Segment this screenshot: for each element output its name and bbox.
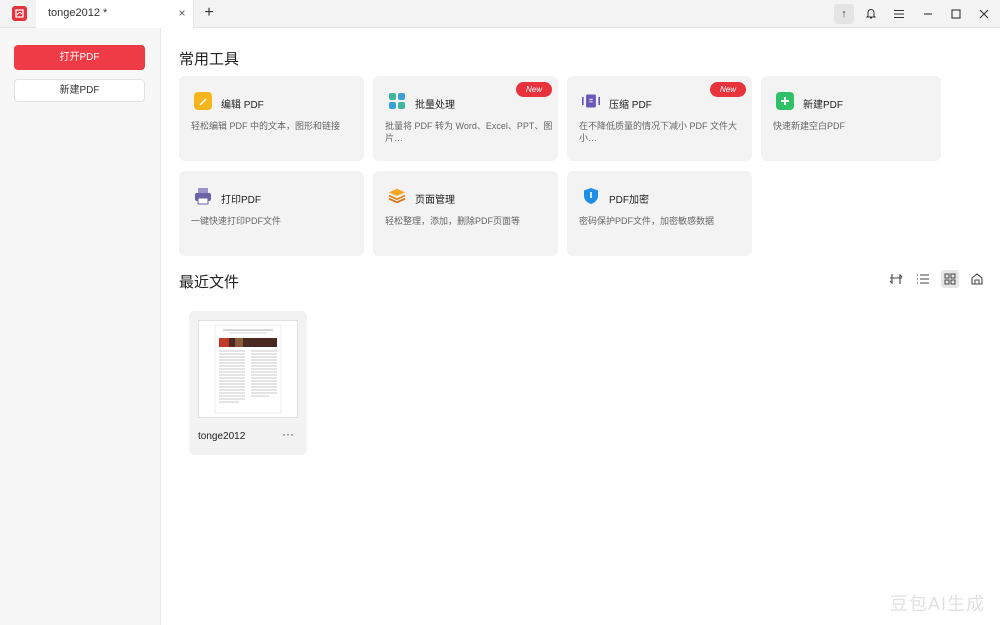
watermark: 豆包AI生成	[890, 594, 986, 614]
open-pdf-button[interactable]: 打开PDF	[14, 45, 145, 70]
tool-name: PDF加密	[609, 195, 649, 206]
tool-name: 打印PDF	[221, 195, 261, 206]
app-logo-icon	[12, 6, 27, 21]
tool-name: 压缩 PDF	[609, 100, 652, 111]
file-name: tonge2012	[198, 431, 246, 442]
close-window-button[interactable]	[974, 4, 994, 24]
more-options-icon[interactable]: ···	[279, 427, 297, 441]
tool-name: 页面管理	[415, 195, 455, 206]
bell-icon	[865, 8, 877, 19]
folder-button[interactable]	[968, 270, 986, 288]
title-bar: tonge2012 * × + ↑	[0, 0, 1000, 28]
plus-icon	[776, 92, 794, 110]
tool-card-batch-process[interactable]: 批量处理 批量将 PDF 转为 Word、Excel、PPT、图片… New	[373, 76, 558, 161]
tool-card-encrypt-pdf[interactable]: PDF加密 密码保护PDF文件，加密敏感数据	[567, 171, 752, 256]
list-icon	[917, 274, 929, 284]
new-tab-button[interactable]: +	[201, 5, 217, 21]
tool-name: 批量处理	[415, 100, 455, 111]
tool-description: 快速新建空白PDF	[773, 121, 846, 131]
maximize-button[interactable]	[946, 4, 966, 24]
minimize-button[interactable]	[918, 4, 938, 24]
sort-view-button[interactable]	[887, 270, 905, 288]
tool-name: 新建PDF	[803, 100, 843, 111]
edit-icon	[194, 92, 212, 110]
tool-card-compress-pdf[interactable]: 压缩 PDF 在不降低质量的情况下减小 PDF 文件大小… New	[567, 76, 752, 161]
shield-icon	[582, 187, 600, 205]
layers-icon	[388, 187, 406, 205]
tool-card-edit-pdf[interactable]: 编辑 PDF 轻松编辑 PDF 中的文本，图形和链接	[179, 76, 364, 161]
tool-card-print-pdf[interactable]: 打印PDF 一键快速打印PDF文件	[179, 171, 364, 256]
recent-file-card[interactable]: tonge2012 ···	[189, 311, 307, 455]
tool-name: 编辑 PDF	[221, 100, 264, 111]
printer-icon	[194, 187, 212, 205]
upload-icon: ↑	[841, 8, 847, 20]
recent-files-title: 最近文件	[179, 274, 240, 291]
tool-description: 在不降低质量的情况下减小 PDF 文件大小…	[579, 121, 738, 143]
tool-description: 密码保护PDF文件，加密敏感数据	[579, 216, 715, 226]
home-folder-icon	[971, 273, 983, 285]
tool-description: 批量将 PDF 转为 Word、Excel、PPT、图片…	[385, 121, 553, 143]
close-icon	[979, 9, 989, 19]
common-tools-title: 常用工具	[179, 51, 240, 68]
tab-title: tonge2012 *	[48, 7, 108, 19]
minimize-icon	[924, 13, 932, 15]
tool-card-page-management[interactable]: 页面管理 轻松整理，添加，删除PDF页面等	[373, 171, 558, 256]
menu-icon	[894, 9, 904, 19]
batch-icon	[388, 92, 406, 110]
tool-card-new-pdf[interactable]: 新建PDF 快速新建空白PDF	[761, 76, 941, 161]
new-pdf-button[interactable]: 新建PDF	[14, 79, 145, 102]
document-tab[interactable]: tonge2012 * ×	[36, 0, 194, 28]
tab-close-icon[interactable]: ×	[174, 5, 190, 21]
upload-button[interactable]: ↑	[834, 4, 854, 24]
tool-description: 一键快速打印PDF文件	[191, 216, 282, 226]
sort-icon	[889, 273, 903, 285]
tool-description: 轻松整理，添加，删除PDF页面等	[385, 216, 521, 226]
tool-description: 轻松编辑 PDF 中的文本，图形和链接	[191, 121, 341, 131]
new-badge: New	[516, 82, 552, 97]
list-view-button[interactable]	[914, 270, 932, 288]
maximize-icon	[951, 9, 961, 19]
compress-icon	[582, 92, 600, 110]
sidebar: 打开PDF 新建PDF	[0, 28, 161, 625]
new-badge: New	[710, 82, 746, 97]
notification-button[interactable]	[861, 4, 881, 24]
grid-view-button[interactable]	[941, 270, 959, 288]
document-thumbnail	[198, 320, 298, 418]
grid-icon	[944, 273, 956, 285]
menu-button[interactable]	[889, 4, 909, 24]
